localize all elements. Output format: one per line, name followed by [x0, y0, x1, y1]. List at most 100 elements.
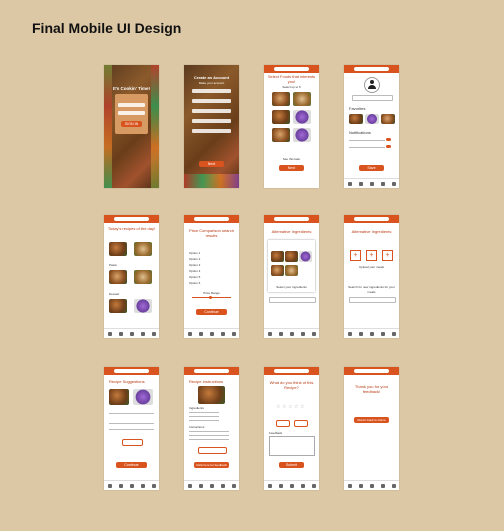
profile-icon[interactable] [391, 331, 396, 336]
search-icon[interactable] [118, 483, 123, 488]
result-item[interactable]: Option 3 [189, 263, 200, 268]
ingredient-input[interactable] [349, 297, 396, 303]
see-later-link[interactable]: See this later [264, 157, 319, 162]
profile-icon[interactable] [231, 331, 236, 336]
phone-field[interactable] [192, 129, 231, 133]
cart-icon[interactable] [220, 483, 225, 488]
suggestion-card[interactable] [133, 389, 153, 405]
recipe-card[interactable] [109, 270, 127, 284]
search-input[interactable] [274, 217, 309, 221]
password-field[interactable] [192, 109, 231, 113]
search-icon[interactable] [358, 331, 363, 336]
home-icon[interactable] [267, 483, 272, 488]
profile-icon[interactable] [231, 483, 236, 488]
username-field[interactable] [118, 103, 145, 107]
recipe-card[interactable] [109, 299, 127, 313]
home-icon[interactable] [187, 331, 192, 336]
profile-icon[interactable] [311, 483, 316, 488]
notification-toggle[interactable] [386, 138, 391, 141]
no-button[interactable] [294, 420, 308, 427]
ingredient-option[interactable] [285, 251, 298, 262]
profile-icon[interactable] [151, 483, 156, 488]
cart-icon[interactable] [220, 331, 225, 336]
cart-icon[interactable] [300, 331, 305, 336]
ingredient-option[interactable] [299, 251, 312, 262]
recipe-icon[interactable] [369, 181, 374, 186]
star-icon[interactable]: ☆ [288, 405, 293, 410]
password-field[interactable] [118, 111, 145, 115]
search-icon[interactable] [278, 483, 283, 488]
home-icon[interactable] [187, 483, 192, 488]
result-item[interactable]: Option 2 [189, 257, 200, 262]
home-icon[interactable] [347, 331, 352, 336]
star-icon[interactable]: ☆ [282, 405, 287, 410]
suggestion-card[interactable] [109, 389, 129, 405]
avatar[interactable] [364, 77, 380, 93]
slider-handle[interactable] [209, 295, 212, 299]
next-button[interactable]: Next [199, 161, 224, 167]
ingredient-input[interactable] [269, 297, 316, 303]
ingredient-option[interactable] [271, 265, 284, 276]
sign-in-button[interactable]: SIGN IN [121, 121, 142, 127]
home-icon[interactable] [107, 483, 112, 488]
food-option[interactable] [293, 92, 311, 106]
recipe-card[interactable] [134, 242, 152, 256]
recipe-card[interactable] [134, 270, 152, 284]
food-option[interactable] [293, 110, 311, 124]
favorite-item[interactable] [381, 114, 395, 124]
search-input[interactable] [354, 217, 389, 221]
search-icon[interactable] [358, 181, 363, 186]
recipe-icon[interactable] [369, 331, 374, 336]
food-option[interactable] [272, 92, 290, 106]
home-icon[interactable] [347, 181, 352, 186]
notification-toggle[interactable] [386, 145, 391, 148]
recipe-icon[interactable] [209, 331, 214, 336]
search-icon[interactable] [358, 483, 363, 488]
search-input[interactable] [114, 369, 149, 373]
recipe-icon[interactable] [129, 483, 134, 488]
recipe-icon[interactable] [129, 331, 134, 336]
add-icon[interactable]: + [350, 250, 361, 261]
cart-icon[interactable] [300, 483, 305, 488]
recipe-icon[interactable] [209, 483, 214, 488]
profile-icon[interactable] [311, 331, 316, 336]
name-field[interactable] [192, 89, 231, 93]
submit-button[interactable]: Submit [279, 462, 304, 468]
star-icon[interactable]: ☆ [294, 405, 299, 410]
food-option[interactable] [272, 110, 290, 124]
yes-button[interactable] [276, 420, 290, 427]
name-field[interactable] [352, 95, 393, 101]
cart-icon[interactable] [140, 483, 145, 488]
recipe-icon[interactable] [289, 331, 294, 336]
result-item[interactable]: Option 4 [189, 269, 200, 274]
recipe-icon[interactable] [289, 483, 294, 488]
result-item[interactable]: Option 6 [189, 281, 200, 286]
search-input[interactable] [274, 369, 309, 373]
search-input[interactable] [194, 369, 229, 373]
ingredient-option[interactable] [285, 265, 298, 276]
add-icon[interactable]: + [382, 250, 393, 261]
favorite-item[interactable] [349, 114, 363, 124]
ingredient-option[interactable] [271, 251, 284, 262]
favorite-item[interactable] [365, 114, 379, 124]
food-option[interactable] [293, 128, 311, 142]
search-input[interactable] [354, 369, 389, 373]
recipe-card[interactable] [109, 242, 127, 256]
add-icon[interactable]: + [366, 250, 377, 261]
search-input[interactable] [354, 67, 389, 71]
cart-icon[interactable] [140, 331, 145, 336]
profile-icon[interactable] [391, 181, 396, 186]
cart-icon[interactable] [380, 483, 385, 488]
search-icon[interactable] [278, 331, 283, 336]
result-item[interactable]: Option 5 [189, 275, 200, 280]
home-icon[interactable] [347, 483, 352, 488]
save-button[interactable]: Save [359, 165, 384, 171]
cart-icon[interactable] [380, 181, 385, 186]
continue-button[interactable]: Continue [116, 462, 147, 468]
food-option[interactable] [272, 128, 290, 142]
feedback-button[interactable]: Click here for feedback [194, 462, 229, 468]
recipe-icon[interactable] [369, 483, 374, 488]
confirm-password-field[interactable] [192, 119, 231, 123]
search-input[interactable] [274, 67, 309, 71]
search-icon[interactable] [198, 331, 203, 336]
